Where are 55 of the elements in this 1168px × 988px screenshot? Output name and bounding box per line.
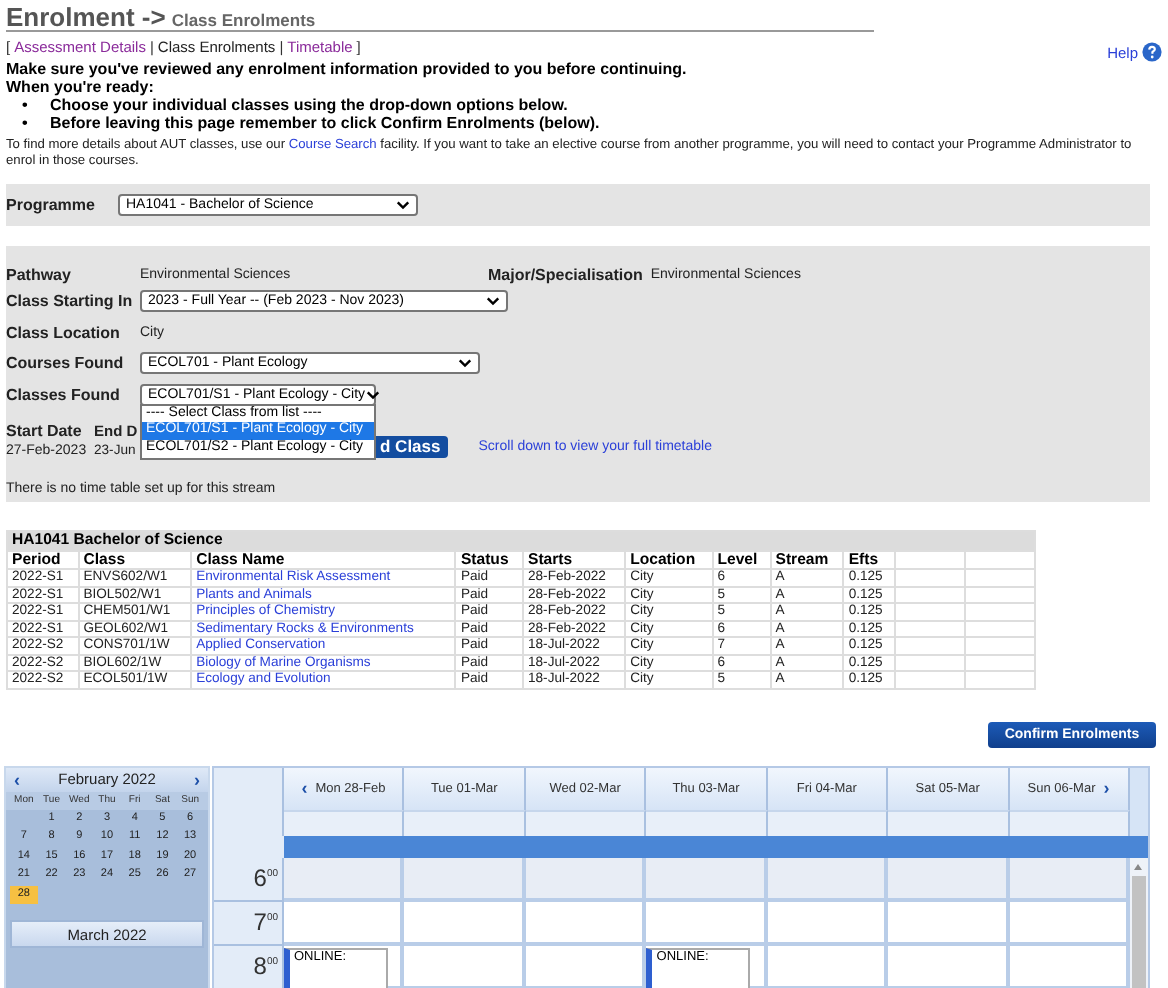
caret-icon bbox=[458, 358, 472, 369]
field-label: Pathway bbox=[6, 265, 73, 283]
time-slot[interactable] bbox=[1009, 945, 1130, 988]
time-slot[interactable] bbox=[525, 945, 647, 988]
field-label: Start Date bbox=[6, 422, 82, 440]
time-slot[interactable] bbox=[646, 901, 768, 945]
next-week-button[interactable]: › bbox=[1103, 778, 1110, 798]
time-slot[interactable] bbox=[767, 901, 889, 945]
all-day-cell[interactable] bbox=[646, 809, 768, 835]
time-slot[interactable] bbox=[404, 857, 526, 901]
time-slot[interactable] bbox=[888, 857, 1010, 901]
previous-month-button[interactable]: ‹ bbox=[14, 769, 20, 789]
all-day-cell[interactable] bbox=[767, 809, 889, 835]
all-day-cell[interactable] bbox=[525, 809, 647, 835]
hour-label: 6$^{00}$ bbox=[253, 861, 278, 891]
time-slot[interactable] bbox=[1009, 901, 1130, 945]
next-month-button[interactable]: › bbox=[194, 769, 200, 789]
previous-week-button[interactable]: ‹ bbox=[301, 778, 308, 798]
all-day-cell[interactable] bbox=[888, 809, 1010, 835]
time-slot[interactable] bbox=[888, 945, 1010, 988]
instruction-text: Choose your individual classes using the drop-down options below. bbox=[50, 96, 568, 114]
hour-label: 7$^{00}$ bbox=[253, 905, 278, 935]
field-label: Class Starting In bbox=[6, 292, 135, 311]
page-subtitle: Class Enrolments bbox=[171, 10, 316, 30]
caret-icon bbox=[365, 389, 380, 400]
time-slot[interactable] bbox=[525, 857, 647, 901]
field-label: Major/Specialisation bbox=[488, 265, 643, 283]
all-day-cell[interactable] bbox=[404, 809, 526, 835]
bullet-marker: • bbox=[20, 96, 30, 114]
instruction-text: Make sure you've reviewed any enrolment information provided to you before continuing. bbox=[6, 60, 687, 78]
help-icon[interactable] bbox=[1142, 42, 1162, 62]
time-slot[interactable] bbox=[767, 857, 889, 901]
caret-icon bbox=[486, 296, 500, 307]
hour-label: 8$^{00}$ bbox=[253, 949, 278, 979]
time-slot[interactable] bbox=[1009, 857, 1130, 901]
caret-icon bbox=[396, 200, 410, 210]
field-label: Courses Found bbox=[6, 354, 126, 373]
instruction-text: Before leaving this page remember to click Confirm Enrolments (below). bbox=[50, 114, 600, 132]
field-label: Programme bbox=[6, 196, 97, 214]
time-slot[interactable] bbox=[284, 857, 405, 901]
time-slot[interactable] bbox=[404, 901, 526, 945]
time-slot[interactable] bbox=[525, 901, 647, 945]
time-slot[interactable] bbox=[646, 857, 768, 901]
all-day-cell[interactable] bbox=[284, 809, 405, 835]
page-title: Enrolment -> bbox=[6, 2, 166, 32]
instruction-text: When you're ready: bbox=[6, 78, 154, 96]
bullet-marker: • bbox=[20, 114, 30, 132]
time-slot[interactable] bbox=[404, 945, 526, 988]
time-slot[interactable] bbox=[284, 901, 405, 945]
add-class-button[interactable]: d Class bbox=[376, 436, 449, 458]
all-day-cell[interactable] bbox=[1009, 809, 1130, 835]
field-label: Classes Found bbox=[6, 385, 122, 404]
field-label: Class Location bbox=[6, 323, 122, 342]
time-slot[interactable] bbox=[888, 901, 1010, 945]
time-slot[interactable] bbox=[767, 945, 889, 988]
